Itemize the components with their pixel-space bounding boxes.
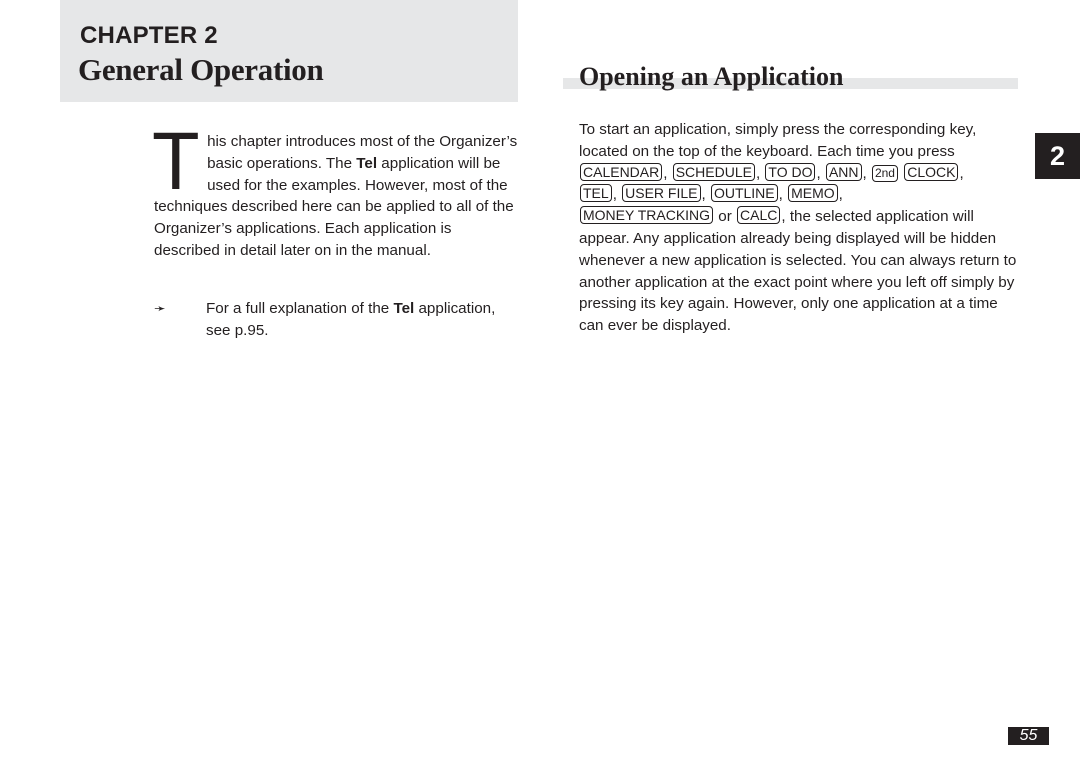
intro-paragraph: This chapter introduces most of the Orga… (152, 116, 518, 262)
note-bold-tel: Tel (393, 300, 415, 317)
separator (899, 165, 903, 182)
key-outline: OUTLINE (710, 184, 778, 203)
key-todo: TO DO (765, 162, 816, 181)
key-calendar: CALENDAR (580, 162, 663, 181)
key-money-tracking: MONEY TRACKING (580, 206, 714, 225)
chapter-label: CHAPTER 2 (80, 22, 218, 49)
page-number: 55 (1008, 727, 1049, 745)
key-tel: TEL (580, 184, 612, 203)
key-calc: CALC (737, 206, 781, 225)
intro-bold-tel: Tel (356, 154, 378, 172)
reference-note: ➛ For a full explanation of the Tel appl… (154, 298, 518, 342)
arrow-icon: ➛ (154, 300, 166, 316)
separator: , (612, 186, 622, 204)
separator: , (755, 164, 765, 182)
note-text-1: For a full explanation of the (206, 300, 394, 317)
key-2nd: 2nd (871, 164, 898, 182)
note-text: For a full explanation of the Tel applic… (206, 298, 518, 342)
key-clock: CLOCK (904, 162, 959, 181)
section-body: To start an application, simply press th… (579, 121, 1017, 335)
drop-cap: T (152, 116, 200, 207)
key-user-file: USER FILE (622, 184, 701, 203)
chapter-header: CHAPTER 2 General Operation (60, 0, 518, 102)
key-schedule: SCHEDULE (672, 162, 755, 181)
separator: or (714, 208, 737, 226)
chapter-side-tab: 2 (1035, 133, 1080, 179)
body-rest-text: , the selected application will appear. … (579, 208, 1017, 335)
separator: , (816, 164, 825, 182)
separator: , (778, 186, 788, 204)
separator: , (663, 164, 672, 182)
body-intro-text: To start an application, simply press th… (579, 121, 977, 160)
key-ann: ANN (825, 162, 862, 181)
separator: , (862, 164, 871, 182)
chapter-title: General Operation (78, 52, 324, 87)
section-title: Opening an Application (579, 62, 844, 91)
separator: , (701, 186, 710, 204)
key-memo: MEMO (788, 184, 838, 203)
